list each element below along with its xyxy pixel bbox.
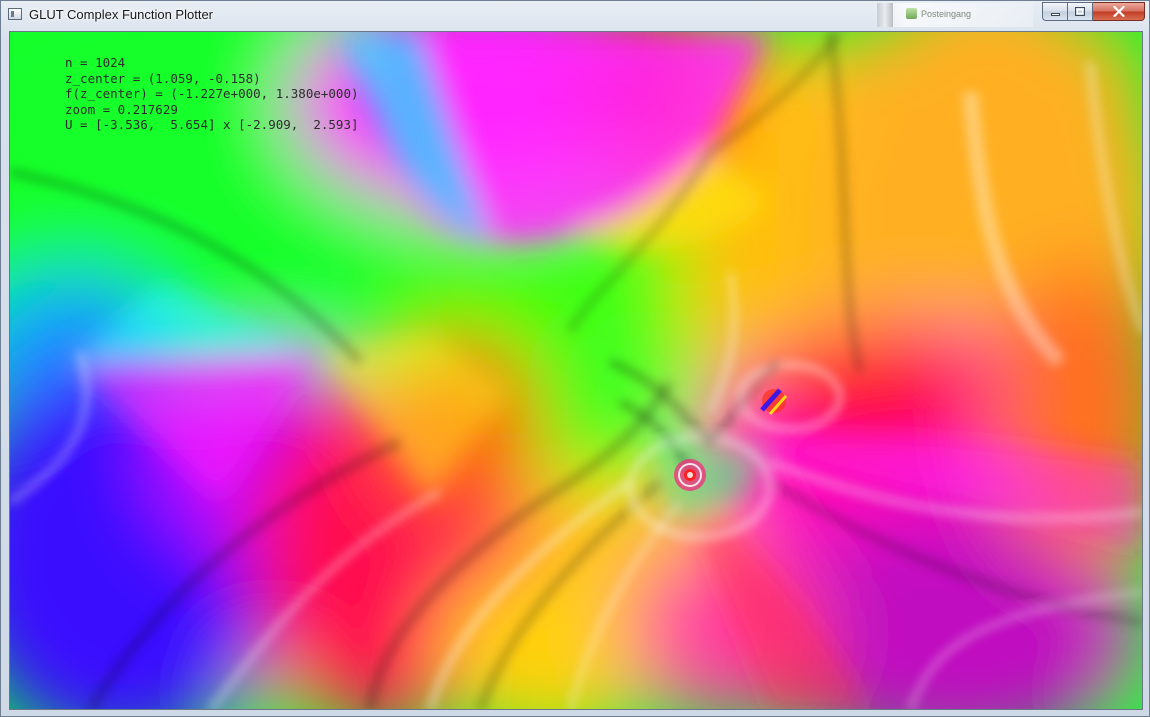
caption-buttons <box>1042 2 1145 21</box>
minimize-button[interactable] <box>1042 2 1068 21</box>
close-icon <box>1093 3 1144 20</box>
mail-icon <box>906 8 917 19</box>
info-line-n: n = 1024 <box>65 55 126 70</box>
plot-canvas[interactable]: n = 1024 z_center = (1.059, -0.158) f(z_… <box>9 31 1143 710</box>
close-button[interactable] <box>1093 2 1145 21</box>
maximize-icon <box>1075 7 1085 16</box>
domain-coloring-plot <box>10 32 1142 709</box>
info-line-domain: U = [-3.536, 5.654] x [-2.909, 2.593] <box>65 117 359 132</box>
background-window-label: Posteingang <box>921 9 972 19</box>
maximize-button[interactable] <box>1068 2 1093 21</box>
background-window-edge <box>877 3 893 27</box>
info-line-zoom: zoom = 0.217629 <box>65 101 178 117</box>
app-window: GLUT Complex Function Plotter Posteingan… <box>0 0 1150 717</box>
plot-info-overlay: n = 1024 z_center = (1.059, -0.158) f(z_… <box>65 55 359 133</box>
window-title: GLUT Complex Function Plotter <box>29 7 213 22</box>
title-bar[interactable]: GLUT Complex Function Plotter Posteingan… <box>1 1 1149 30</box>
info-line-f-z-center: f(z_center) = (-1.227e+000, 1.380e+000) <box>65 86 359 101</box>
info-line-z-center: z_center = (1.059, -0.158) <box>65 70 261 86</box>
minimize-icon <box>1051 13 1060 16</box>
app-window-icon[interactable] <box>8 8 22 20</box>
